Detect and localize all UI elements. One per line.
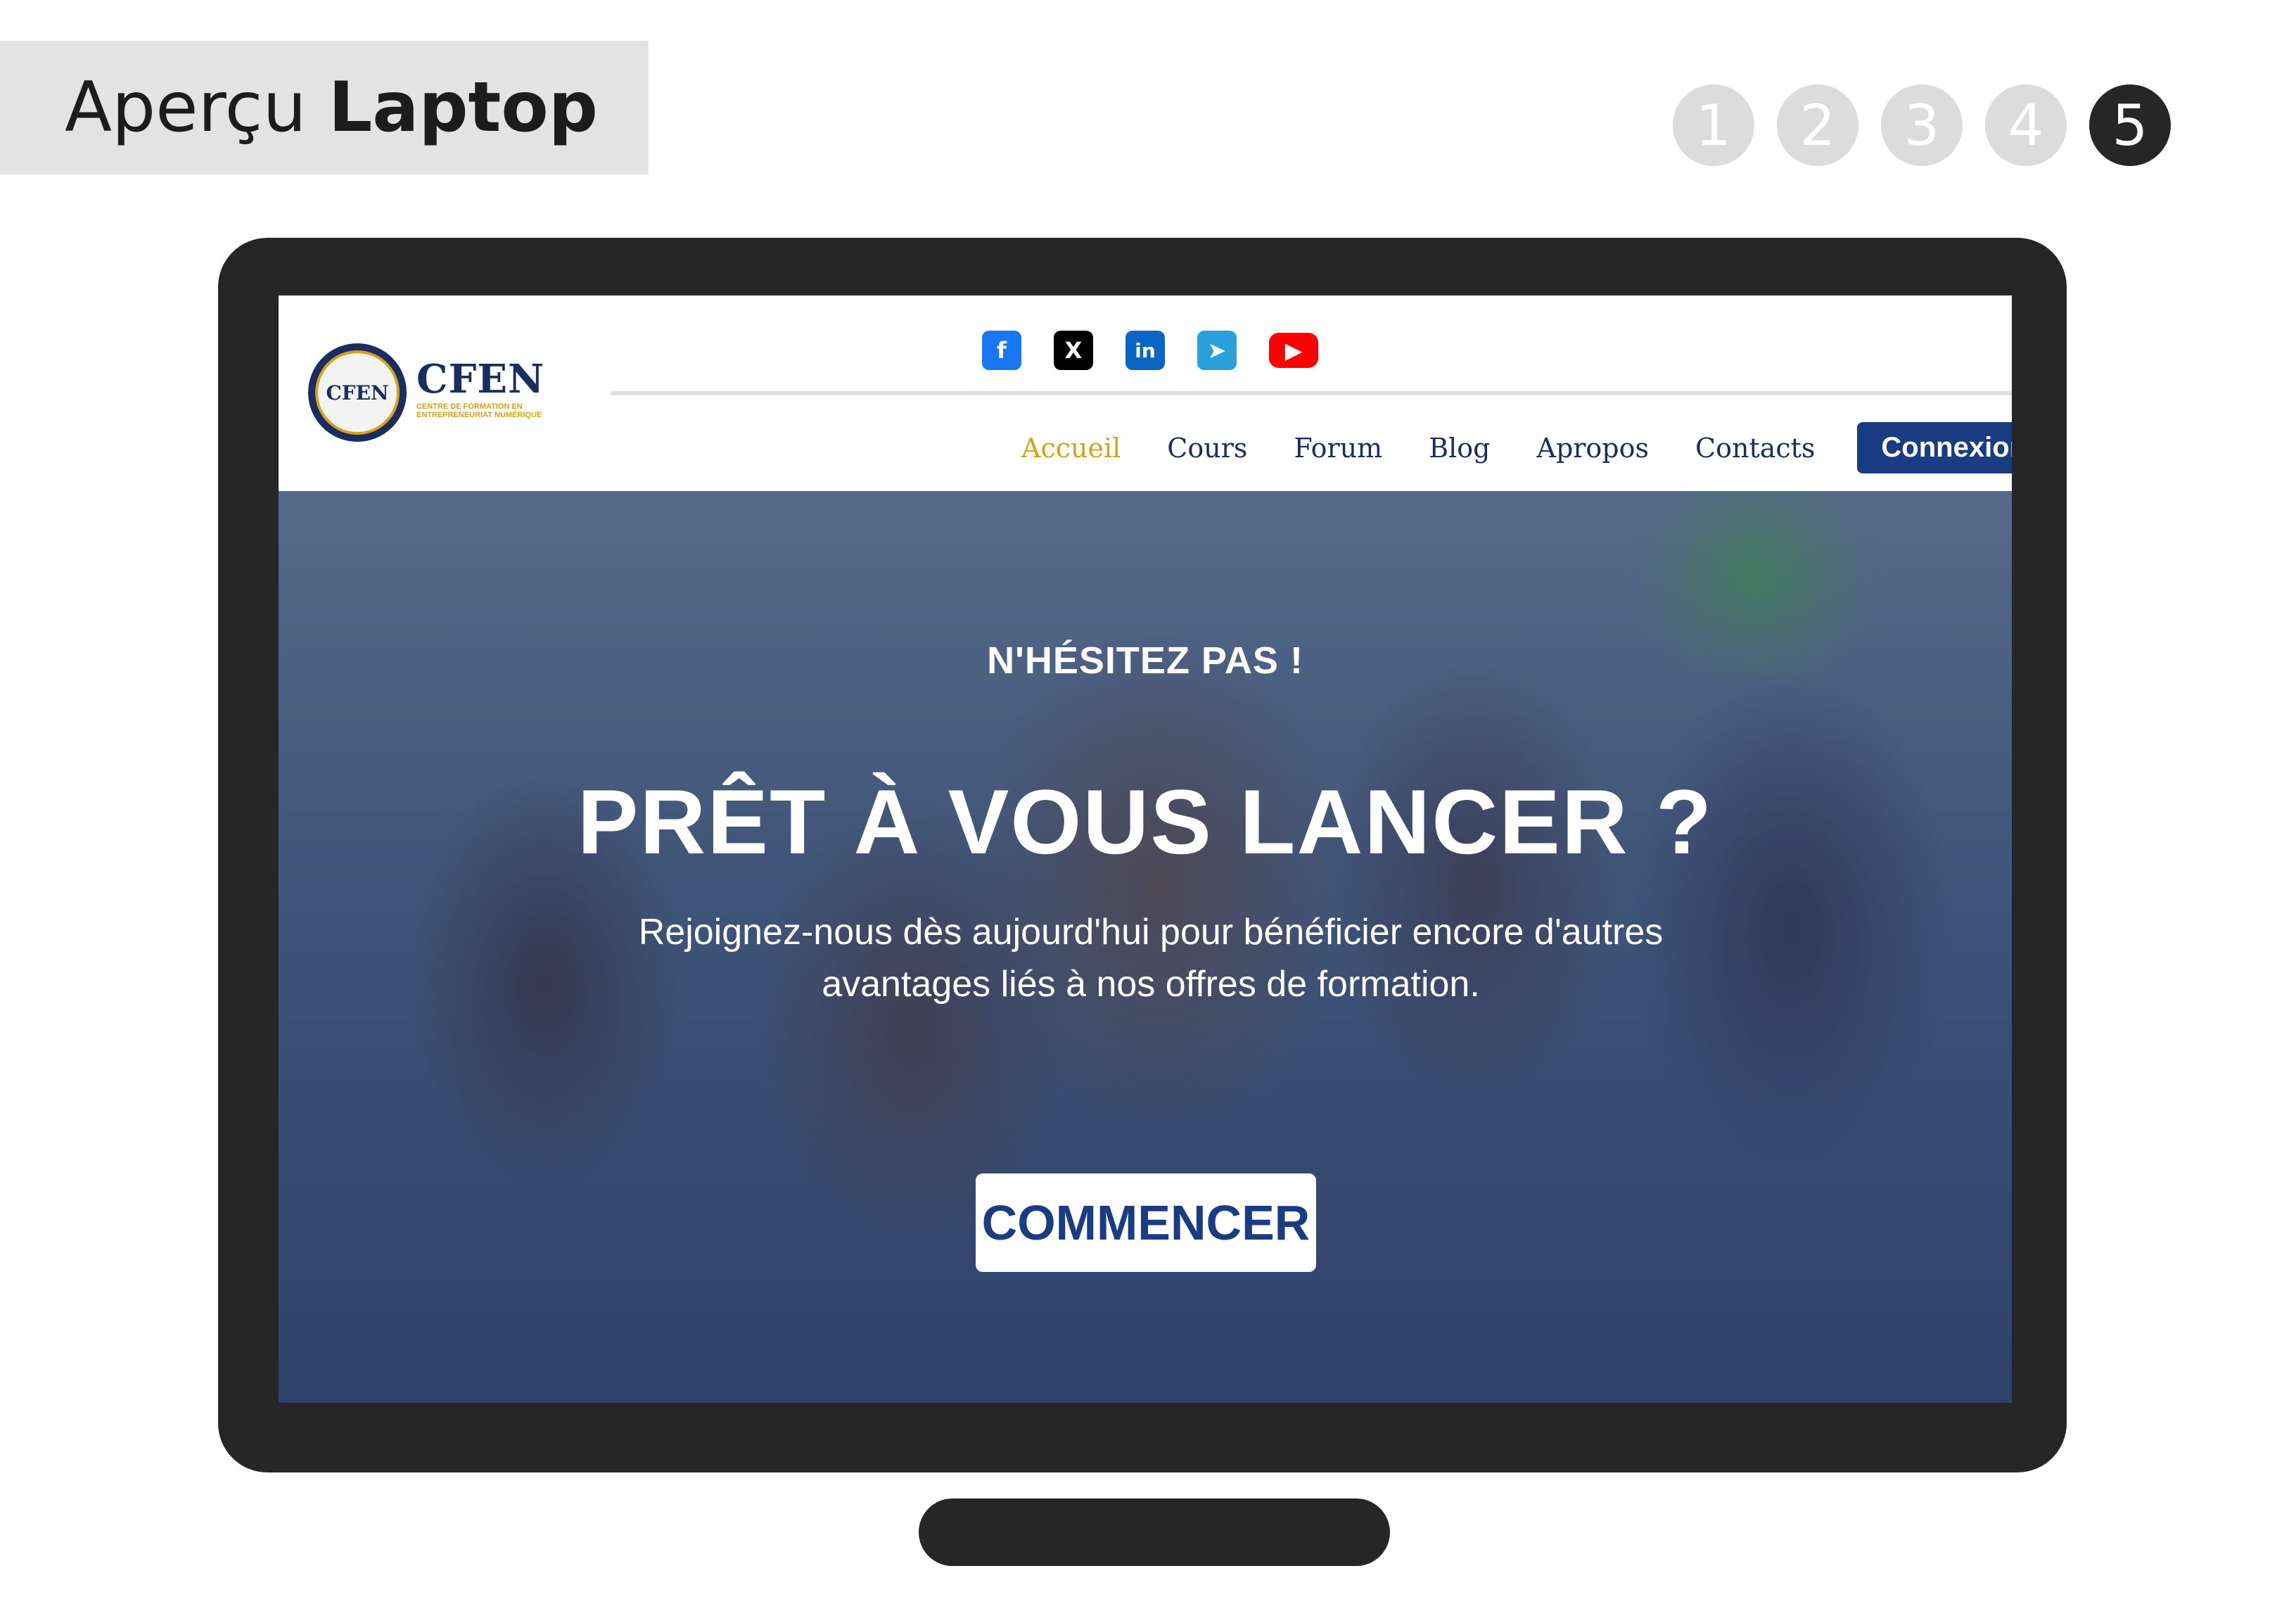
- hero-subtext: Rejoignez-nous dès aujourd'hui pour béné…: [595, 906, 1707, 1010]
- social-links: f X in ➤ ▶: [982, 331, 1318, 370]
- nav-item-apropos[interactable]: Apropos: [1537, 433, 1650, 464]
- nav-item-accueil[interactable]: Accueil: [1021, 433, 1121, 464]
- hero-kicker: N'HÉSITEZ PAS !: [987, 639, 1303, 682]
- commencer-button[interactable]: COMMENCER: [976, 1173, 1316, 1272]
- hero-subtext-line2: avantages liés à nos offres de formation…: [822, 964, 1480, 1005]
- step-5-active[interactable]: 5: [2089, 84, 2171, 166]
- laptop-screen: CFEN CFEN CENTRE DE FORMATION EN ENTREPR…: [279, 295, 2012, 1403]
- preview-title-regular: Aperçu: [65, 68, 307, 148]
- facebook-icon[interactable]: f: [982, 331, 1021, 370]
- linkedin-icon[interactable]: in: [1125, 331, 1165, 370]
- hero-headline: PRÊT À VOUS LANCER ?: [577, 770, 1714, 873]
- preview-title: Aperçu Laptop: [65, 68, 598, 148]
- nav-item-cours[interactable]: Cours: [1167, 433, 1247, 464]
- step-1[interactable]: 1: [1673, 84, 1754, 166]
- youtube-icon[interactable]: ▶: [1269, 333, 1318, 368]
- nav-item-forum[interactable]: Forum: [1294, 433, 1382, 464]
- logo-tagline: CENTRE DE FORMATION EN ENTREPRENEURIAT N…: [416, 402, 542, 419]
- logo-name[interactable]: CFEN: [416, 356, 544, 402]
- preview-title-bold: Laptop: [328, 68, 598, 148]
- logo-seal: CFEN: [315, 350, 400, 435]
- hero-subtext-line1: Rejoignez-nous dès aujourd'hui pour béné…: [638, 912, 1664, 953]
- hero-content: N'HÉSITEZ PAS ! PRÊT À VOUS LANCER ? Rej…: [279, 491, 2012, 1403]
- preview-title-box: Aperçu Laptop: [0, 41, 649, 174]
- step-3[interactable]: 3: [1881, 84, 1963, 166]
- logo-emblem[interactable]: CFEN: [308, 343, 407, 442]
- hero-section: N'HÉSITEZ PAS ! PRÊT À VOUS LANCER ? Rej…: [279, 491, 2012, 1403]
- telegram-icon[interactable]: ➤: [1197, 331, 1237, 370]
- nav-item-contacts[interactable]: Contacts: [1695, 433, 1815, 464]
- connexion-button[interactable]: Connexion: [1857, 422, 2012, 473]
- step-indicator: 1 2 3 4 5: [1673, 84, 2171, 166]
- site-header: CFEN CFEN CENTRE DE FORMATION EN ENTREPR…: [279, 295, 2012, 491]
- laptop-stand: [919, 1498, 1390, 1566]
- main-nav: Accueil Cours Forum Blog Apropos Contact…: [1021, 422, 2012, 473]
- step-2[interactable]: 2: [1777, 84, 1858, 166]
- nav-item-blog[interactable]: Blog: [1429, 433, 1490, 464]
- header-divider: [611, 391, 2012, 395]
- x-twitter-icon[interactable]: X: [1054, 331, 1093, 370]
- step-4[interactable]: 4: [1985, 84, 2067, 166]
